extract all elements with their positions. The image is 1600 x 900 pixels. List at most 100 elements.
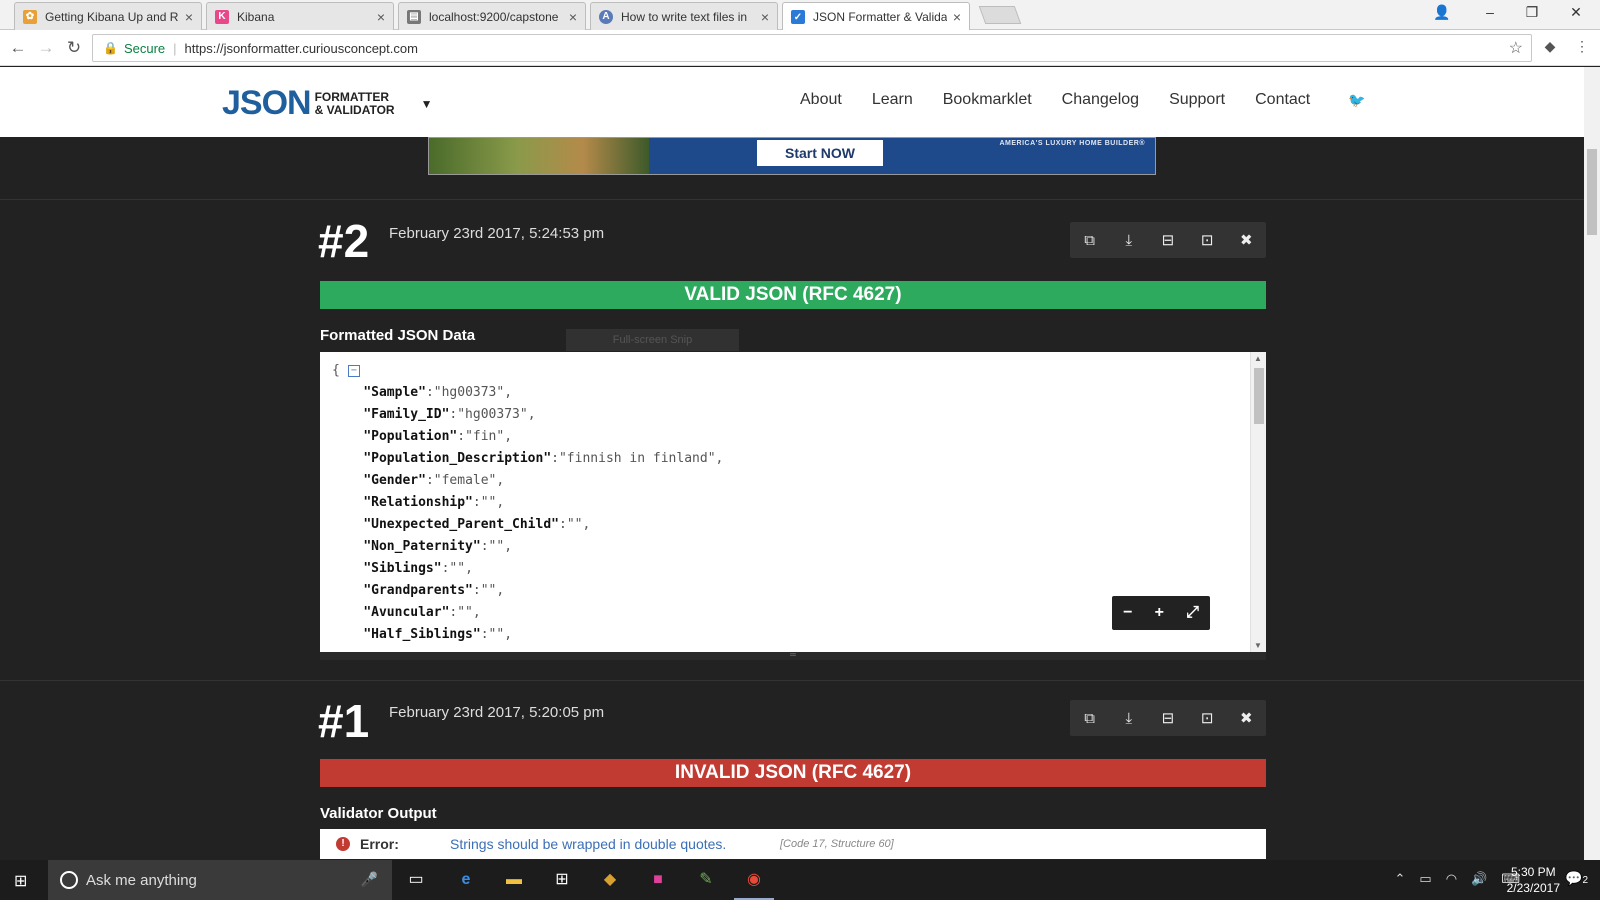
scroll-down-icon[interactable]: ▼ <box>1254 641 1262 650</box>
nav-bookmarklet[interactable]: Bookmarklet <box>943 91 1032 109</box>
tab-how-to-write[interactable]: A How to write text files in × <box>590 2 778 30</box>
nav-contact[interactable]: Contact <box>1255 91 1310 109</box>
main-nav: About Learn Bookmarklet Changelog Suppor… <box>800 91 1340 109</box>
json-key: "Sample" <box>363 385 426 400</box>
json-key: "Non_Paternity" <box>363 539 481 554</box>
menu-icon[interactable]: ⋮ <box>1572 38 1592 55</box>
copy-icon[interactable]: ⧉ <box>1075 232 1105 249</box>
store-icon[interactable]: ⊞ <box>550 868 574 892</box>
zoom-in-icon[interactable]: + <box>1155 604 1164 622</box>
twitter-icon[interactable]: 🐦 <box>1348 92 1365 109</box>
zoom-out-icon[interactable]: − <box>1123 604 1132 622</box>
taskbar-clock[interactable]: 5:30 PM 2/23/2017 <box>1507 864 1560 896</box>
nav-changelog[interactable]: Changelog <box>1062 91 1139 109</box>
microphone-icon[interactable]: 🎤 <box>361 871 378 888</box>
back-arrow-icon[interactable]: ← <box>8 38 28 58</box>
json-open-brace-line: {− <box>332 360 723 382</box>
copy-icon[interactable]: ⧉ <box>1075 710 1105 727</box>
json-key: "Relationship" <box>363 495 473 510</box>
bookmark-star-icon[interactable]: ☆ <box>1509 38 1523 58</box>
forward-arrow-icon[interactable]: → <box>36 38 56 58</box>
notepad-plus-icon[interactable]: ✎ <box>694 868 718 892</box>
tab-localhost[interactable]: ▤ localhost:9200/capstone × <box>398 2 586 30</box>
invalid-status-banner: INVALID JSON (RFC 4627) <box>320 759 1266 787</box>
cortana-search-box[interactable]: Ask me anything 🎤 <box>48 860 392 900</box>
download-icon[interactable]: ⤓ <box>1114 710 1144 727</box>
close-tab-icon[interactable]: × <box>569 9 577 25</box>
file-explorer-icon[interactable]: ▬ <box>502 868 526 892</box>
resize-grip[interactable]: ═ <box>320 651 1266 660</box>
ad-tagline: AMERICA'S LUXURY HOME BUILDER® <box>999 140 1145 147</box>
maximize-icon[interactable]: ❐ <box>1522 4 1542 21</box>
close-window-icon[interactable]: ✕ <box>1566 4 1586 21</box>
page-scrollbar[interactable] <box>1584 67 1600 860</box>
chrome-icon[interactable]: ◉ <box>734 868 774 900</box>
sourcetree-icon[interactable]: ◆ <box>598 868 622 892</box>
close-tab-icon[interactable]: × <box>377 9 385 25</box>
json-key: "Grandparents" <box>363 583 473 598</box>
close-icon[interactable]: ✖ <box>1231 231 1261 249</box>
json-key: "Unexpected_Parent_Child" <box>363 517 559 532</box>
tab-title: How to write text files in <box>621 9 748 24</box>
json-line: "Population":"fin", <box>332 426 723 448</box>
intellij-icon[interactable]: ■ <box>646 868 670 892</box>
ad-cta-button[interactable]: Start NOW <box>757 140 883 166</box>
task-view-icon[interactable]: ▭ <box>404 868 428 892</box>
json-value: "" <box>488 627 505 642</box>
minimize-icon[interactable]: – <box>1480 4 1500 20</box>
valid-status-banner: VALID JSON (RFC 4627) <box>320 281 1266 309</box>
download-icon[interactable]: ⤓ <box>1114 232 1144 249</box>
tab-kibana[interactable]: K Kibana × <box>206 2 394 30</box>
json-colon: : <box>425 385 434 400</box>
site-logo[interactable]: JSON FORMATTER & VALIDATOR ▼ <box>222 84 432 123</box>
json-scrollbar[interactable]: ▲ ▼ <box>1250 352 1266 652</box>
notification-center-icon[interactable]: 💬2 <box>1565 870 1588 887</box>
error-message-link[interactable]: Strings should be wrapped in double quot… <box>450 836 726 852</box>
collapse-panel-icon[interactable]: ⊟ <box>1153 231 1183 249</box>
extension-icon[interactable]: ◆ <box>1540 38 1560 55</box>
page-scroll-thumb[interactable] <box>1587 149 1597 235</box>
close-tab-icon[interactable]: × <box>953 9 961 25</box>
collapse-node-icon[interactable]: − <box>347 364 360 377</box>
close-tab-icon[interactable]: × <box>185 9 193 25</box>
json-key: "Family_ID" <box>363 407 450 422</box>
scroll-thumb[interactable] <box>1254 368 1264 424</box>
tab-title: Getting Kibana Up and R <box>45 9 179 24</box>
json-line: "Avuncular":"", <box>332 602 723 624</box>
tray-chevron-icon[interactable]: ⌃ <box>1395 871 1406 887</box>
logo-dropdown-caret-icon[interactable]: ▼ <box>421 97 433 111</box>
json-lines: {− "Sample":"hg00373", "Family_ID":"hg00… <box>332 360 723 646</box>
json-line: "Siblings":"", <box>332 558 723 580</box>
snip-overlay: Full-screen Snip <box>566 329 739 351</box>
url-bar[interactable]: 🔒 Secure | https://jsonformatter.curious… <box>92 34 1532 62</box>
close-icon[interactable]: ✖ <box>1231 709 1261 727</box>
nav-support[interactable]: Support <box>1169 91 1225 109</box>
edge-browser-icon[interactable]: e <box>454 868 478 892</box>
json-output-panel[interactable]: {− "Sample":"hg00373", "Family_ID":"hg00… <box>320 352 1266 652</box>
scroll-up-icon[interactable]: ▲ <box>1254 354 1262 363</box>
new-tab-button[interactable] <box>978 6 1022 24</box>
fullscreen-icon[interactable]: ⊡ <box>1192 231 1222 249</box>
windows-start-icon[interactable]: ⊞ <box>14 871 27 891</box>
tab-json-formatter[interactable]: ✓ JSON Formatter & Valida × <box>782 2 970 31</box>
json-comma: , <box>582 517 591 532</box>
nav-learn[interactable]: Learn <box>872 91 913 109</box>
fullscreen-icon[interactable]: ⊡ <box>1192 709 1222 727</box>
reload-icon[interactable]: ↻ <box>64 38 84 58</box>
ad-banner[interactable]: Start NOW AMERICA'S LUXURY HOME BUILDER® <box>428 137 1156 175</box>
tab-title: Kibana <box>237 9 275 24</box>
wifi-icon[interactable]: ◠ <box>1446 871 1457 887</box>
battery-icon[interactable]: ▭ <box>1419 871 1431 887</box>
profile-icon[interactable]: 👤 <box>1432 4 1452 21</box>
collapse-panel-icon[interactable]: ⊟ <box>1153 709 1183 727</box>
error-code: [Code 17, Structure 60] <box>780 838 894 850</box>
url-separator: | <box>173 40 177 56</box>
volume-icon[interactable]: 🔊 <box>1471 871 1487 887</box>
close-tab-icon[interactable]: × <box>761 9 769 25</box>
json-line: "Family_ID":"hg00373", <box>332 404 723 426</box>
tab-getting-kibana[interactable]: ✿ Getting Kibana Up and R × <box>14 2 202 30</box>
expand-icon[interactable]: ⤢ <box>1186 604 1199 622</box>
nav-about[interactable]: About <box>800 91 842 109</box>
document-favicon-icon: ▤ <box>407 9 421 24</box>
section-divider <box>0 680 1584 681</box>
